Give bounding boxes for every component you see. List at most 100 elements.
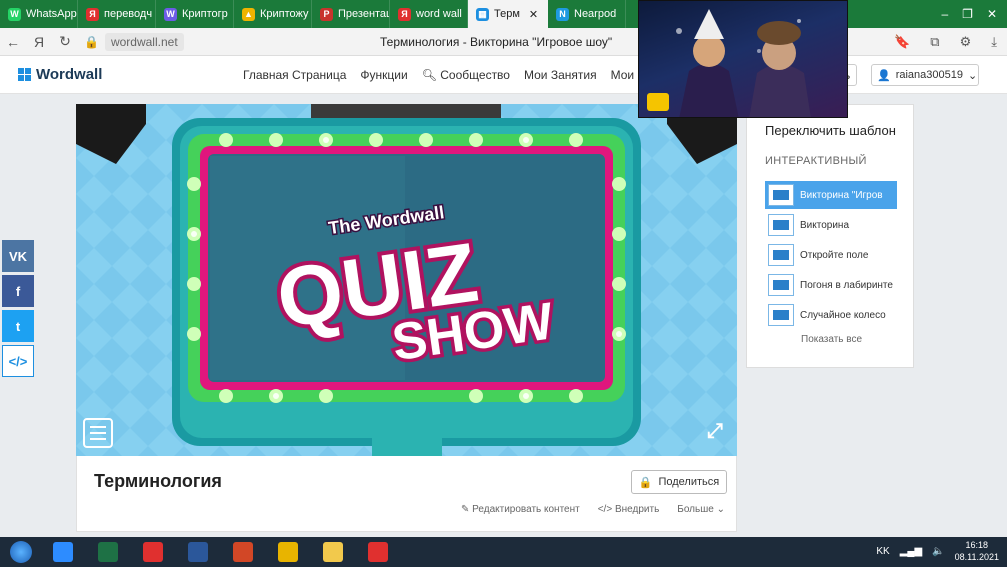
template-thumbnail-icon — [768, 304, 794, 326]
template-item[interactable]: Викторина "Игров — [765, 181, 897, 209]
browser-tab[interactable]: W WhatsApp — [0, 0, 78, 28]
clock[interactable]: 16:18 08.11.2021 — [955, 539, 999, 563]
template-item[interactable]: Откройте поле — [765, 241, 897, 269]
close-icon[interactable]: ✕ — [987, 7, 997, 21]
volume-icon[interactable]: 🔈 — [932, 546, 944, 557]
taskbar-zoom-icon[interactable] — [43, 538, 83, 566]
edit-content-link[interactable]: ✎ Редактировать контент — [461, 504, 580, 515]
pencil-icon: ✎ — [460, 504, 470, 515]
taskbar-yandex-browser-icon[interactable] — [358, 538, 398, 566]
wordwall-logo[interactable]: Wordwall — [18, 66, 102, 83]
back-icon[interactable]: ← — [0, 34, 26, 50]
network-icon[interactable]: ▂▄▆ — [900, 546, 922, 557]
video-frame — [647, 9, 811, 117]
fullscreen-icon[interactable]: ⤢ — [702, 420, 728, 446]
explorer-icon — [323, 542, 343, 562]
chevron-down-icon: ⌄ — [968, 69, 978, 82]
taskbar-yandex-icon[interactable] — [133, 538, 173, 566]
activity-actions: ✎ Редактировать контент </> Внедрить Бол… — [461, 504, 725, 515]
nav-link-features[interactable]: Функции — [360, 68, 407, 82]
taskbar-explorer-icon[interactable] — [313, 538, 353, 566]
window-controls: – ❐ ✕ — [931, 0, 1007, 28]
template-item[interactable]: Случайное колесо — [765, 301, 897, 329]
hamburger-icon — [90, 426, 106, 428]
hamburger-line — [90, 438, 106, 440]
tab-favicon-icon: P — [320, 7, 333, 21]
page-title-bar: Терминология - Викторина "Игровое шоу" — [380, 34, 613, 49]
url-text: wordwall.net — [104, 32, 184, 51]
zoom-icon — [53, 542, 73, 562]
tab-label: Терм — [494, 8, 520, 20]
embed-label: Внедрить — [614, 504, 660, 515]
collections-icon[interactable]: ⧉ — [930, 34, 939, 50]
nav-link-community[interactable]: 🔍︎ Сообщество — [422, 68, 510, 82]
game-menu-button[interactable] — [83, 418, 113, 448]
tab-label: WhatsApp — [26, 8, 77, 20]
activity-info: Терминология 🔒 Поделиться ✎ Редактироват… — [76, 456, 737, 532]
powerpoint-icon — [233, 542, 253, 562]
extension-icon[interactable]: ⚙ — [960, 34, 972, 50]
browser-tab[interactable]: N Nearpod — [548, 0, 626, 28]
tab-close-icon[interactable]: ✕ — [529, 8, 538, 21]
interactive-section-label: ИНТЕРАКТИВНЫЙ — [765, 155, 867, 167]
bookmark-icon[interactable]: 🔖 — [894, 34, 910, 50]
share-button[interactable]: 🔒 Поделиться — [631, 470, 727, 494]
template-label: Погоня в лабиринте — [800, 279, 893, 291]
vk-share-icon[interactable]: VK — [2, 240, 34, 272]
minimize-icon[interactable]: – — [941, 7, 948, 21]
restore-icon[interactable]: ❐ — [962, 7, 973, 21]
code-icon: </> — [597, 504, 613, 515]
language-indicator[interactable]: KK — [876, 546, 889, 557]
yandex-icon — [143, 542, 163, 562]
facebook-share-icon[interactable]: f — [2, 275, 34, 307]
clock-date: 08.11.2021 — [954, 552, 999, 562]
nav-links: Главная Страница Функции 🔍︎ Сообщество М… — [243, 68, 676, 82]
download-icon[interactable]: ⤓ — [991, 34, 997, 50]
picture-in-picture-video[interactable] — [638, 0, 848, 118]
template-thumbnail-icon — [768, 184, 794, 206]
taskbar-word-icon[interactable] — [178, 538, 218, 566]
switch-template-panel: Переключить шаблон ИНТЕРАКТИВНЫЙ Виктори… — [746, 104, 914, 368]
search-icon: 🔍︎ — [421, 67, 437, 82]
activity-title: Терминология — [94, 471, 222, 491]
yandex-icon[interactable]: Я — [26, 34, 52, 50]
tab-favicon-icon: ▲ — [242, 7, 255, 21]
twitter-share-icon[interactable]: t — [2, 310, 34, 342]
tab-favicon-icon: Я — [398, 7, 411, 21]
edit-content-label: Редактировать контент — [472, 504, 580, 515]
taskbar-excel-icon[interactable] — [88, 538, 128, 566]
nav-link-home[interactable]: Главная Страница — [243, 68, 346, 82]
word-icon — [188, 542, 208, 562]
more-dropdown[interactable]: Больше ⌄ — [677, 504, 725, 515]
browser-tab[interactable]: W Криптогр — [156, 0, 234, 28]
browser-toolbar-right: 🔖 ⧉ ⚙ ⤓ — [894, 34, 997, 50]
browser-tab[interactable]: P Презентац — [312, 0, 390, 28]
embed-share-icon[interactable]: </> — [2, 345, 34, 377]
wordwall-nav: Wordwall Главная Страница Функции 🔍︎ Соо… — [0, 56, 1007, 94]
browser-tab[interactable]: Яword wall — [390, 0, 468, 28]
reload-icon[interactable]: ↻ — [52, 33, 78, 50]
hamburger-line — [90, 432, 106, 434]
game-stage[interactable]: The Wordwall QUIZ SHOW — [76, 104, 737, 456]
tab-label: Презентац — [338, 8, 390, 20]
windows-taskbar: KK ▂▄▆ 🔈 16:18 08.11.2021 — [0, 537, 1007, 567]
browser-tab[interactable]: ▲ Криптожу — [234, 0, 312, 28]
taskbar-powerpoint-icon[interactable] — [223, 538, 263, 566]
quiz-show-title-screen: The Wordwall QUIZ SHOW — [76, 104, 737, 456]
url-box[interactable]: 🔒 wordwall.net — [84, 32, 184, 51]
taskbar-chrome-icon[interactable] — [268, 538, 308, 566]
show-all-link[interactable]: Показать все — [801, 334, 862, 345]
template-item[interactable]: Викторина — [765, 211, 897, 239]
nav-link-my-activities[interactable]: Мои Занятия — [524, 68, 597, 82]
chrome-icon — [278, 542, 298, 562]
start-button[interactable] — [4, 538, 38, 566]
chevron-down-icon: ⌄ — [716, 504, 725, 515]
template-thumbnail-icon — [768, 244, 794, 266]
browser-tab-strip: W WhatsApp Япереводч W Криптогр ▲ Криптожу P Пре… — [0, 0, 1007, 28]
tab-favicon-icon: W — [8, 7, 21, 21]
embed-link[interactable]: </> Внедрить — [598, 504, 660, 515]
user-menu[interactable]: 👤 raiana300519 ⌄ — [871, 64, 979, 86]
template-item[interactable]: Погоня в лабиринте — [765, 271, 897, 299]
browser-tab[interactable]: ▦ Терм ✕ — [468, 0, 548, 28]
browser-tab[interactable]: Япереводч — [78, 0, 156, 28]
